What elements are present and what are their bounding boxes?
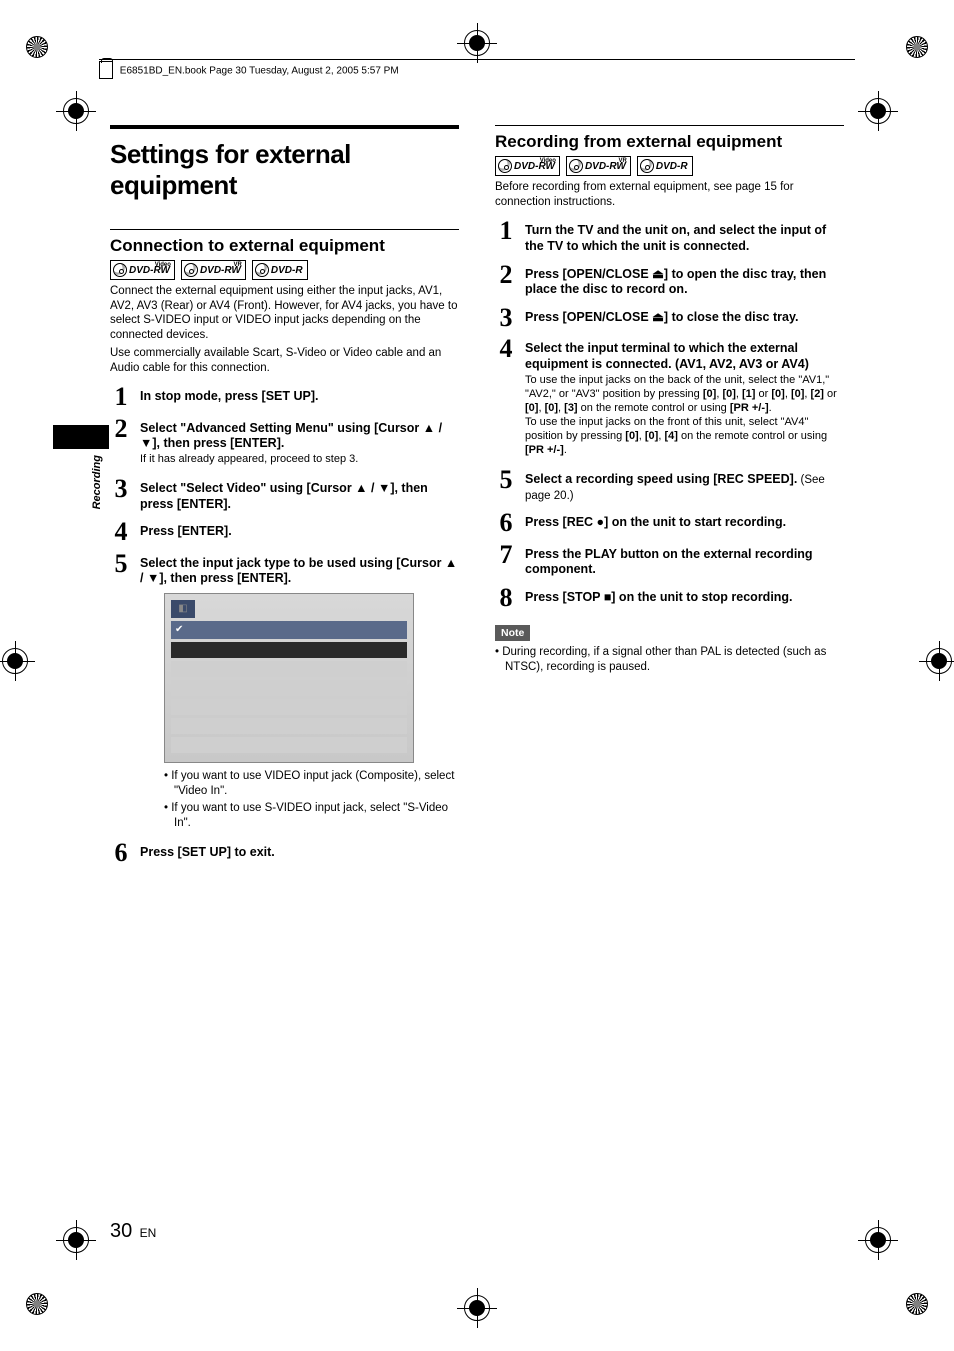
pdf-header-text: E6851BD_EN.book Page 30 Tuesday, August … — [120, 66, 399, 77]
disc-badge: DVD-R — [252, 260, 308, 280]
step-item: 5 Select a recording speed using [REC SPE… — [495, 468, 844, 503]
step-title: Select "Select Video" using [Cursor ▲ / … — [140, 481, 459, 512]
disc-badge: VideoDVD-RW — [110, 260, 175, 280]
crop-mark-icon — [906, 1293, 928, 1315]
step-title: In stop mode, press [SET UP]. — [140, 389, 459, 405]
step-item: 1 In stop mode, press [SET UP]. — [110, 385, 459, 408]
body-text: Connect the external equipment using eit… — [110, 284, 459, 343]
left-column: Settings for external equipment Connecti… — [110, 125, 459, 872]
bullet-item: If you want to use S-VIDEO input jack, s… — [164, 801, 459, 831]
register-target-icon — [865, 1227, 891, 1253]
register-target-icon — [865, 98, 891, 124]
register-target-icon — [63, 98, 89, 124]
step-title: Press [ENTER]. — [140, 524, 459, 540]
disc-icon — [498, 159, 512, 173]
disc-icon — [113, 263, 127, 277]
step-item: 3 Press [OPEN/CLOSE ⏏] to close the disc … — [495, 306, 844, 329]
step-number: 6 — [110, 841, 132, 864]
page-footer: 30 EN — [110, 1220, 156, 1243]
step-item: 6 Press [SET UP] to exit. — [110, 841, 459, 864]
step-item: 4 Select the input terminal to which the … — [495, 337, 844, 460]
step-detail: If it has already appeared, proceed to s… — [140, 452, 459, 466]
step-detail: To use the input jacks on the back of th… — [525, 373, 844, 457]
disc-badge: VRDVD-RW — [181, 260, 246, 280]
step-item: 6 Press [REC ●] on the unit to start reco… — [495, 511, 844, 534]
book-icon — [99, 61, 113, 79]
register-target-icon — [464, 1295, 490, 1321]
page-lang: EN — [140, 1226, 157, 1240]
step-item: 3 Select "Select Video" using [Cursor ▲ /… — [110, 477, 459, 512]
step-item: 7 Press the PLAY button on the external r… — [495, 543, 844, 578]
step-number: 3 — [110, 477, 132, 500]
disc-icon — [640, 159, 654, 173]
step-title: Turn the TV and the unit on, and select … — [525, 223, 844, 254]
step-title: Select the input terminal to which the e… — [525, 341, 844, 372]
step-number: 1 — [495, 219, 517, 242]
step-number: 3 — [495, 306, 517, 329]
body-text: Use commercially available Scart, S-Vide… — [110, 346, 459, 375]
step-item: 2 Press [OPEN/CLOSE ⏏] to open the disc t… — [495, 263, 844, 298]
step-item: 5 Select the input jack type to be used u… — [110, 552, 459, 833]
step-number: 2 — [495, 263, 517, 286]
step-title: Press [REC ●] on the unit to start recor… — [525, 515, 844, 531]
disc-icon — [255, 263, 269, 277]
crop-mark-icon — [906, 36, 928, 58]
step-list: 1 In stop mode, press [SET UP]. 2 Select "A… — [110, 385, 459, 864]
disc-compatibility-badges: VideoDVD-RW VRDVD-RW DVD-R — [110, 260, 459, 280]
step-list: 1 Turn the TV and the unit on, and select… — [495, 219, 844, 609]
step-item: 4 Press [ENTER]. — [110, 520, 459, 543]
onscreen-menu-illustration: ◧✔ — [164, 593, 414, 763]
disc-badge: VideoDVD-RW — [495, 156, 560, 176]
step-item: 1 Turn the TV and the unit on, and select… — [495, 219, 844, 254]
chapter-tab: Recording — [53, 425, 109, 565]
step-number: 5 — [110, 552, 132, 575]
step-number: 1 — [110, 385, 132, 408]
register-target-icon — [926, 648, 952, 674]
step-title: Press [SET UP] to exit. — [140, 845, 459, 861]
step-title: Select "Advanced Setting Menu" using [Cu… — [140, 421, 459, 452]
disc-badge: VRDVD-RW — [566, 156, 631, 176]
step-title: Select the input jack type to be used us… — [140, 556, 459, 587]
step-title: Press [STOP ■] on the unit to stop recor… — [525, 590, 844, 606]
step-number: 2 — [110, 417, 132, 440]
pdf-header: E6851BD_EN.book Page 30 Tuesday, August … — [99, 59, 855, 80]
section-title: Recording from external equipment — [495, 132, 844, 152]
step-title: Press [OPEN/CLOSE ⏏] to open the disc tr… — [525, 267, 844, 298]
body-text: Before recording from external equipment… — [495, 180, 844, 209]
page-number: 30 — [110, 1220, 132, 1242]
chapter-tab-label: Recording — [91, 455, 103, 509]
step-number: 4 — [495, 337, 517, 360]
main-title: Settings for external equipment — [110, 139, 459, 201]
disc-badge: DVD-R — [637, 156, 693, 176]
step-number: 8 — [495, 586, 517, 609]
step-item: 8 Press [STOP ■] on the unit to stop reco… — [495, 586, 844, 609]
step-item: 2 Select "Advanced Setting Menu" using [C… — [110, 417, 459, 469]
step-title: Press [OPEN/CLOSE ⏏] to close the disc t… — [525, 310, 844, 326]
step-number: 7 — [495, 543, 517, 566]
section-title: Connection to external equipment — [110, 236, 459, 256]
note-item: During recording, if a signal other than… — [495, 645, 844, 675]
step-number: 4 — [110, 520, 132, 543]
step-title: Select a recording speed using [REC SPEE… — [525, 472, 844, 503]
disc-compatibility-badges: VideoDVD-RW VRDVD-RW DVD-R — [495, 156, 844, 176]
crop-mark-icon — [26, 1293, 48, 1315]
bullet-item: If you want to use VIDEO input jack (Com… — [164, 769, 459, 799]
right-column: Recording from external equipment VideoD… — [495, 125, 844, 872]
disc-icon — [184, 263, 198, 277]
register-target-icon — [63, 1227, 89, 1253]
register-target-icon — [464, 30, 490, 56]
register-target-icon — [2, 648, 28, 674]
disc-icon — [569, 159, 583, 173]
note-label: Note — [495, 625, 530, 641]
step-number: 5 — [495, 468, 517, 491]
step-number: 6 — [495, 511, 517, 534]
page-content: Settings for external equipment Connecti… — [110, 125, 844, 872]
step-title: Press the PLAY button on the external re… — [525, 547, 844, 578]
crop-mark-icon — [26, 36, 48, 58]
